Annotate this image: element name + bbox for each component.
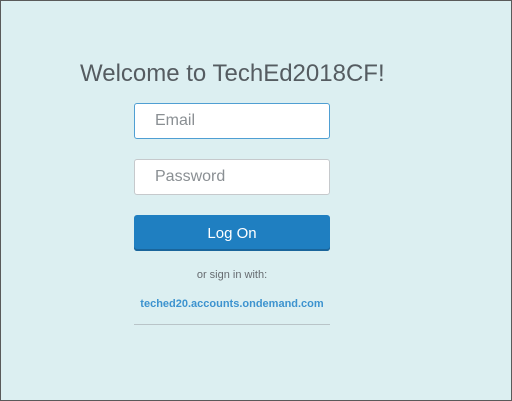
welcome-title: Welcome to TechEd2018CF! [80,60,385,87]
email-input[interactable] [134,103,330,139]
divider [134,324,330,325]
identity-provider-link[interactable]: teched20.accounts.ondemand.com [134,298,330,310]
log-on-button[interactable]: Log On [134,215,330,251]
login-page: Welcome to TechEd2018CF! Log On or sign … [0,0,512,401]
alternate-signin-label: or sign in with: [196,269,268,281]
password-input[interactable] [134,159,330,195]
